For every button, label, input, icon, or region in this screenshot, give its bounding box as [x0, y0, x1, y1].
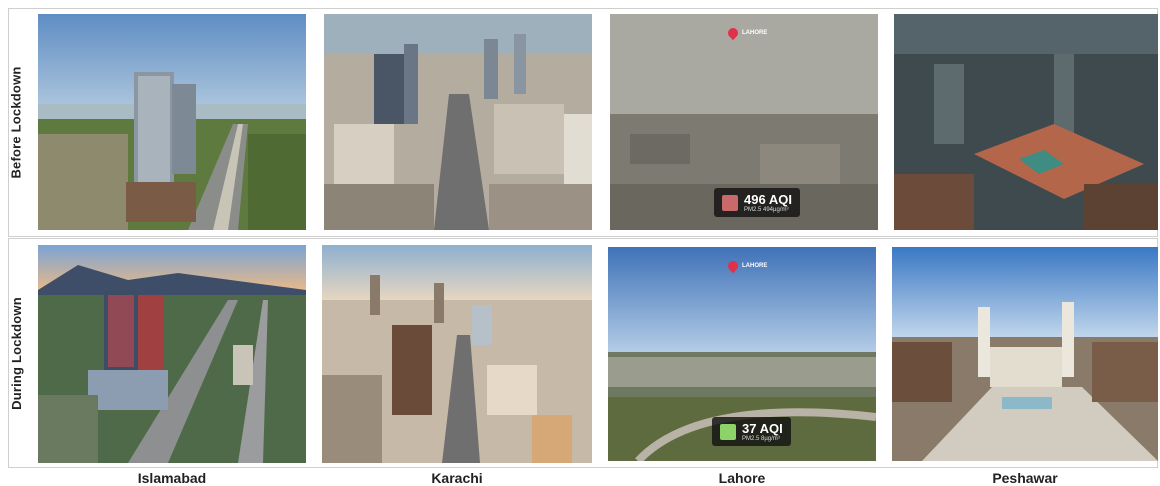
map-pin-icon	[725, 25, 741, 41]
before-lockdown-label: Before Lockdown	[8, 65, 24, 179]
city-label-karachi: Karachi	[431, 470, 483, 486]
lahore-before-aqi-badge: 496 AQI PM2.5 494µg/m³	[714, 188, 800, 217]
karachi-before-photo	[324, 14, 592, 230]
city-label-lahore: Lahore	[718, 470, 766, 486]
aqi-value: 37 AQI	[742, 421, 783, 436]
during-lockdown-label: During Lockdown	[8, 296, 24, 410]
before-lockdown-label-wrap: Before Lockdown	[0, 10, 32, 234]
lahore-pin-during: LAHORE	[725, 258, 768, 274]
city-label-islamabad: Islamabad	[137, 470, 207, 486]
karachi-during-photo	[322, 245, 592, 463]
during-lockdown-label-wrap: During Lockdown	[0, 240, 32, 466]
aqi-pollutant: PM2.5 8µg/m³	[742, 436, 780, 442]
city-label-peshawar: Peshawar	[992, 470, 1058, 486]
peshawar-before-photo	[894, 14, 1158, 230]
aqi-swatch-good	[720, 423, 736, 440]
lahore-pin-label: LAHORE	[742, 263, 768, 269]
peshawar-during-photo	[892, 247, 1158, 461]
aqi-pollutant: PM2.5 494µg/m³	[744, 207, 789, 213]
map-pin-icon	[725, 258, 741, 274]
lahore-during-photo: LAHORE 37 AQI PM2.5 8µg/m³	[608, 247, 876, 461]
lahore-during-aqi-badge: 37 AQI PM2.5 8µg/m³	[712, 417, 791, 446]
aqi-value: 496 AQI	[744, 192, 792, 207]
aqi-swatch-hazardous	[722, 194, 738, 211]
lahore-pin-label: LAHORE	[742, 30, 768, 36]
lahore-pin-before: LAHORE	[725, 25, 768, 41]
islamabad-during-photo	[38, 245, 306, 463]
islamabad-before-photo	[38, 14, 306, 230]
lahore-before-photo: LAHORE 496 AQI PM2.5 494µg/m³	[610, 14, 878, 230]
